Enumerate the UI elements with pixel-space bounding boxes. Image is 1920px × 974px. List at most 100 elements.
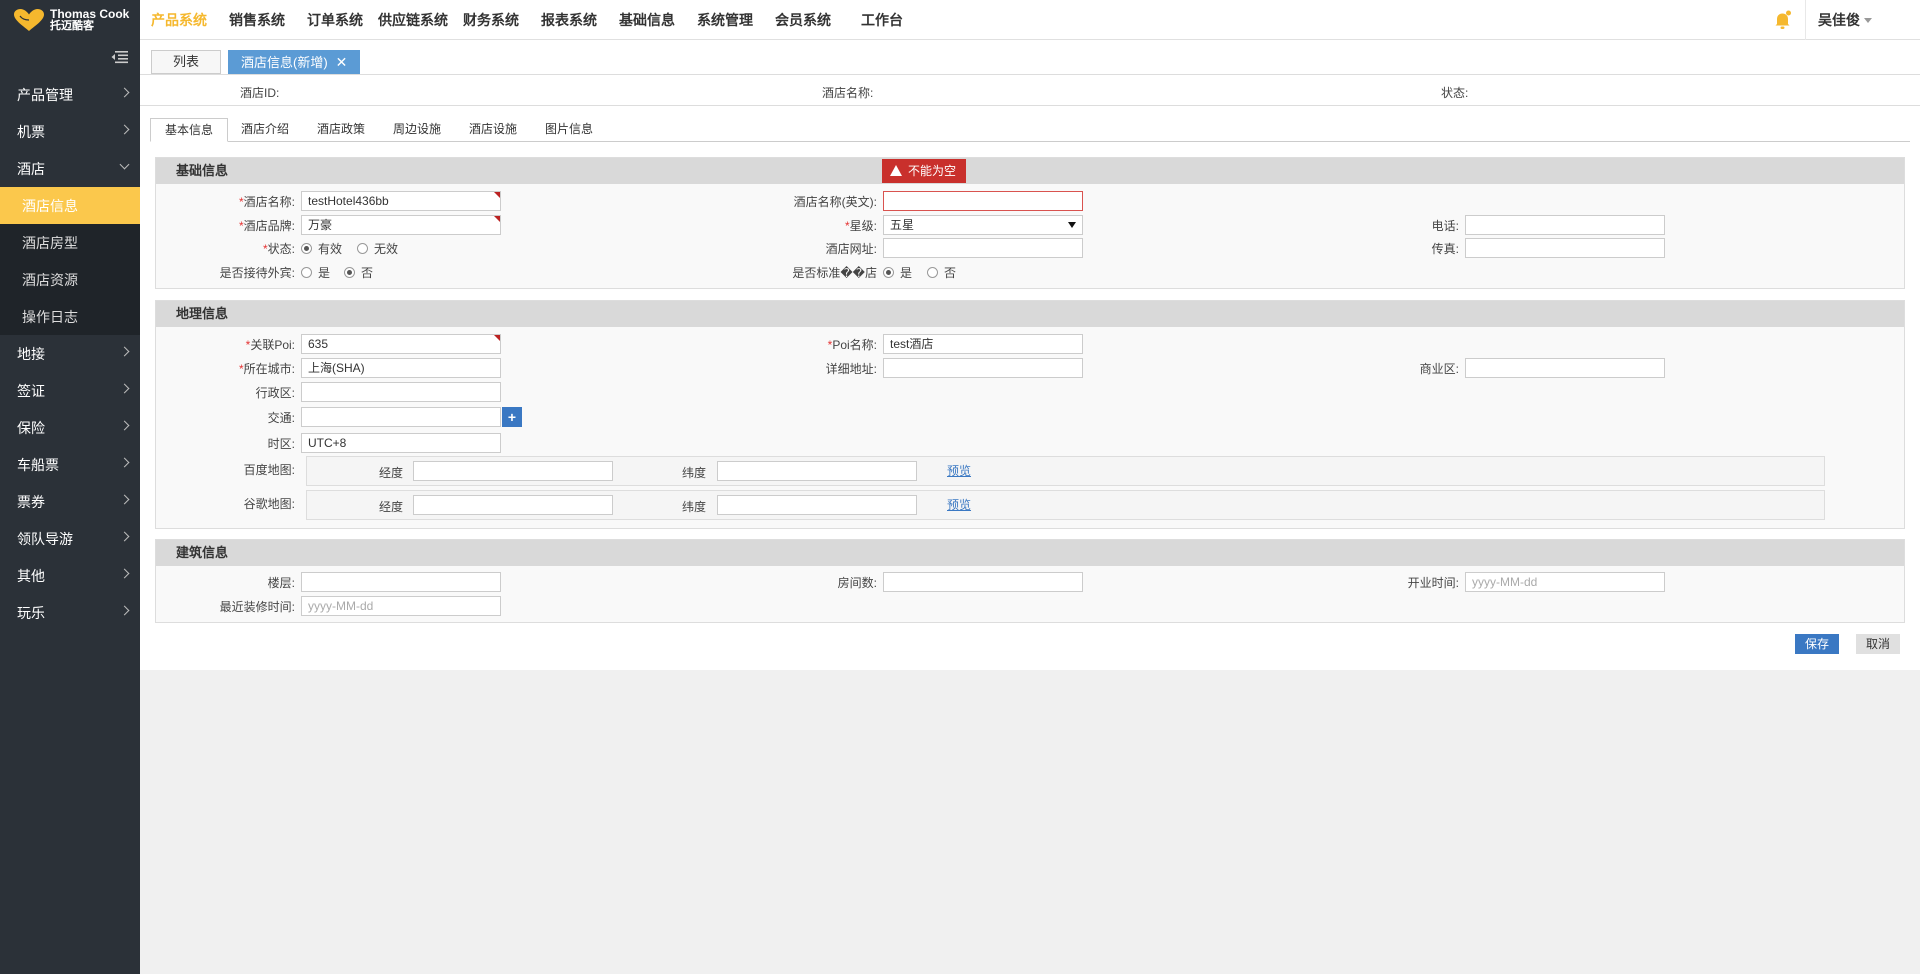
status-radio-inactive[interactable]: 无效 xyxy=(357,240,398,257)
admin-district-input[interactable] xyxy=(301,382,501,402)
hotel-brand-input[interactable]: 万豪 xyxy=(301,215,501,235)
topnav-finance[interactable]: 财务系统 xyxy=(463,10,519,30)
timezone-input[interactable]: UTC+8 xyxy=(301,433,501,453)
baidu-lng-input[interactable] xyxy=(413,461,613,481)
poi-input[interactable]: 635 xyxy=(301,334,501,354)
section-title: 基础信息 xyxy=(156,158,1904,184)
add-traffic-button[interactable]: + xyxy=(502,407,522,427)
sidebar-item-insurance[interactable]: 保险 xyxy=(0,409,140,446)
bell-icon[interactable] xyxy=(1774,10,1792,30)
geo-info-section: 地理信息 *关联Poi: 635 *Poi名称: test酒店 *所在城市: 上… xyxy=(155,300,1905,529)
sidebar-subitem-room-types[interactable]: 酒店房型 xyxy=(0,224,140,261)
traffic-input[interactable] xyxy=(301,407,501,427)
sidebar-item-flights[interactable]: 机票 xyxy=(0,113,140,150)
sidebar-item-fun[interactable]: 玩乐 xyxy=(0,594,140,631)
floor-input[interactable] xyxy=(301,572,501,592)
sidebar-subitem-hotel-info[interactable]: 酒店信息 xyxy=(0,187,140,224)
baidu-preview-link[interactable]: 预览 xyxy=(947,462,971,479)
google-lng-label: 经度 xyxy=(379,500,404,514)
collapse-menu-icon xyxy=(111,51,128,64)
sidebar-subitem-hotel-resources[interactable]: 酒店资源 xyxy=(0,261,140,298)
topnav-orders[interactable]: 订单系统 xyxy=(307,10,363,30)
status-radio-active[interactable]: 有效 xyxy=(301,240,342,257)
sidebar-item-vouchers[interactable]: 票券 xyxy=(0,483,140,520)
standard-radio-no[interactable]: 否 xyxy=(927,264,956,281)
foreign-radio-no[interactable]: 否 xyxy=(344,264,373,281)
star-rating-select[interactable]: 五星 xyxy=(883,215,1083,235)
fax-input[interactable] xyxy=(1465,238,1665,258)
topnav-basic-info[interactable]: 基础信息 xyxy=(619,10,675,30)
sidebar-item-transport-tickets[interactable]: 车船票 xyxy=(0,446,140,483)
chevron-right-icon xyxy=(119,568,130,579)
tab-images[interactable]: 图片信息 xyxy=(531,118,607,142)
opening-date-input[interactable]: yyyy-MM-dd xyxy=(1465,572,1665,592)
tab-hotel-policy[interactable]: 酒店政策 xyxy=(303,118,379,142)
opening-date-label: 开业时间: xyxy=(1407,576,1459,590)
topnav-product[interactable]: 产品系统 xyxy=(151,10,207,30)
sidebar-item-hotel[interactable]: 酒店 xyxy=(0,150,140,187)
topnav-sales[interactable]: 销售系统 xyxy=(229,10,285,30)
baidu-map-row: 经度 纬度 预览 xyxy=(306,456,1825,486)
standard-radio-yes[interactable]: 是 xyxy=(883,264,912,281)
timezone-label: 时区: xyxy=(267,437,295,451)
chevron-right-icon xyxy=(119,346,130,357)
baidu-lat-label: 纬度 xyxy=(682,466,707,480)
topnav-workbench[interactable]: 工作台 xyxy=(861,10,903,30)
sidebar-item-other[interactable]: 其他 xyxy=(0,557,140,594)
tab-list[interactable]: 列表 xyxy=(151,50,221,74)
chevron-right-icon xyxy=(119,420,130,431)
tab-basic-info[interactable]: 基本信息 xyxy=(150,118,229,142)
sub-tab-bar: 基本信息 酒店介绍 酒店政策 周边设施 酒店设施 图片信息 xyxy=(150,118,1910,142)
brand-logo[interactable]: Thomas Cook 托迈酷客 xyxy=(0,0,140,40)
sidebar: 产品管理 机票 酒店 酒店信息 酒店房型 酒店资源 操作日志 地接 签证 保险 … xyxy=(0,40,140,974)
phone-input[interactable] xyxy=(1465,215,1665,235)
brand-text: Thomas Cook 托迈酷客 xyxy=(50,8,129,32)
google-map-label: 谷歌地图: xyxy=(243,497,295,511)
top-bar: Thomas Cook 托迈酷客 产品系统 销售系统 订单系统 供应链系统 财务… xyxy=(0,0,1920,40)
sidebar-item-product-mgmt[interactable]: 产品管理 xyxy=(0,76,140,113)
user-menu[interactable]: 吴佳俊 xyxy=(1805,0,1920,40)
sidebar-item-label: 车船票 xyxy=(17,456,59,473)
content-panel: 列表 酒店信息(新增) ✕ 酒店ID: 酒店名称: 状态: 基本信息 酒店介绍 酒… xyxy=(140,40,1920,670)
page-tab-bar: 列表 酒店信息(新增) ✕ xyxy=(140,40,1920,75)
city-input[interactable]: 上海(SHA) xyxy=(301,358,501,378)
sidebar-item-ground[interactable]: 地接 xyxy=(0,335,140,372)
tab-facilities[interactable]: 酒店设施 xyxy=(455,118,531,142)
sidebar-subitem-operation-log[interactable]: 操作日志 xyxy=(0,298,140,335)
renovation-date-input[interactable]: yyyy-MM-dd xyxy=(301,596,501,616)
google-lat-input[interactable] xyxy=(717,495,917,515)
sidebar-toggle[interactable] xyxy=(0,40,140,76)
save-button[interactable]: 保存 xyxy=(1795,634,1840,654)
website-input[interactable] xyxy=(883,238,1083,258)
room-count-input[interactable] xyxy=(883,572,1083,592)
sidebar-item-label: 地接 xyxy=(17,345,45,362)
topnav-reports[interactable]: 报表系统 xyxy=(541,10,597,30)
google-preview-link[interactable]: 预览 xyxy=(947,496,971,513)
close-icon[interactable]: ✕ xyxy=(336,54,348,70)
foreign-radio-yes[interactable]: 是 xyxy=(301,264,330,281)
cancel-button[interactable]: 取消 xyxy=(1856,634,1901,654)
baidu-lat-input[interactable] xyxy=(717,461,917,481)
basic-info-section: 基础信息 *酒店名称: testHotel436bb 酒店名称(英文): 不能为… xyxy=(155,157,1905,289)
hotel-name-en-label: 酒店名称(英文): xyxy=(793,195,877,209)
google-lng-input[interactable] xyxy=(413,495,613,515)
sidebar-item-visa[interactable]: 签证 xyxy=(0,372,140,409)
chevron-right-icon xyxy=(119,531,130,542)
tab-hotel-info-new[interactable]: 酒店信息(新增) ✕ xyxy=(228,50,361,74)
warning-icon xyxy=(890,165,902,176)
tab-hotel-intro[interactable]: 酒店介绍 xyxy=(227,118,303,142)
hotel-name-en-input[interactable] xyxy=(883,191,1083,211)
admin-district-label: 行政区: xyxy=(255,386,295,400)
dropdown-arrow-icon xyxy=(1068,222,1076,228)
address-input[interactable] xyxy=(883,358,1083,378)
hotel-name-input[interactable]: testHotel436bb xyxy=(301,191,501,211)
topnav-system[interactable]: 系统管理 xyxy=(697,10,753,30)
topnav-supply-chain[interactable]: 供应链系统 xyxy=(378,10,448,30)
tab-nearby[interactable]: 周边设施 xyxy=(379,118,455,142)
sidebar-item-label: 其他 xyxy=(17,567,45,584)
topnav-members[interactable]: 会员系统 xyxy=(775,10,831,30)
business-district-input[interactable] xyxy=(1465,358,1665,378)
poi-name-input[interactable]: test酒店 xyxy=(883,334,1083,354)
sidebar-item-guides[interactable]: 领队导游 xyxy=(0,520,140,557)
chevron-right-icon xyxy=(119,124,130,135)
